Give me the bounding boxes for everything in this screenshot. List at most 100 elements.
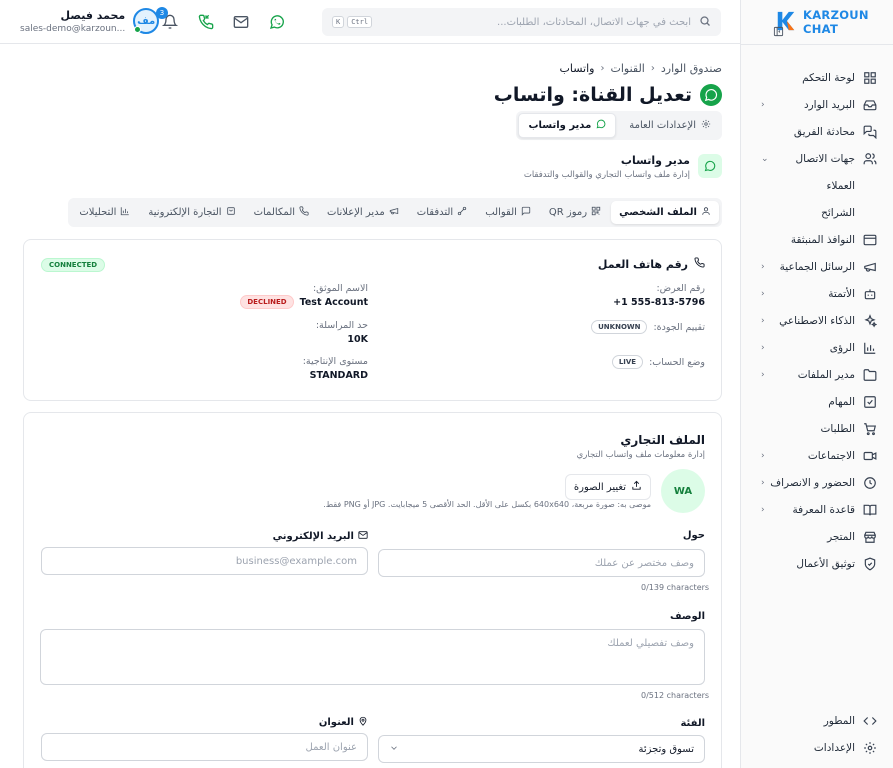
throughput-label: مستوى الإنتاجية: [302,356,368,367]
sidebar-item-meetings[interactable]: الاجتماعات ‹ [741,442,893,469]
video-icon [863,449,877,463]
user-name: محمد فيصل [60,8,126,22]
chart-icon [120,206,130,219]
kbd-ctrl: Ctrl [347,16,373,28]
user-menu[interactable]: محمد فيصل sales-demo@karzoun... مف [20,8,160,34]
notification-badge: 3 [156,7,168,19]
display-number-value: +1 555-813-5796 [613,297,705,308]
change-photo-button[interactable]: تغيير الصورة [564,474,651,500]
sidebar-item-segments[interactable]: الشرائح [741,199,893,226]
tab-general-settings[interactable]: الإعدادات العامة [620,113,720,138]
megaphone-icon [389,206,399,219]
sidebar-item-team-chat[interactable]: محادثة الفريق [741,118,893,145]
sidebar-item-tasks[interactable]: المهام [741,388,893,415]
shield-icon [863,557,877,571]
quality-label: تقييم الجودة: [653,321,705,333]
sidebar-item-settings[interactable]: الإعدادات [741,734,893,761]
sidebar-item-inbox[interactable]: البريد الوارد ‹ [741,91,893,118]
online-status-dot [134,26,142,33]
chevron-left-icon: ‹ [761,478,765,488]
sidebar-item-contacts[interactable]: جهات الاتصال ⌄ [741,145,893,172]
task-icon [863,395,877,409]
sidebar-collapse-icon[interactable] [773,26,784,37]
sidebar-item-ai[interactable]: الذكاء الاصطناعي ‹ [741,307,893,334]
verified-name-value: Test Account [299,296,368,308]
chevron-left-icon: ‹ [761,451,765,461]
sidebar-item-customers[interactable]: العملاء [741,172,893,199]
sidebar-item-orders[interactable]: الطلبات [741,415,893,442]
section-header: مدير واتساب إدارة ملف واتساب التجاري وال… [524,154,722,180]
tab-flows[interactable]: التدفقات [409,201,475,224]
phone-call-icon[interactable] [198,14,214,30]
sidebar-item-attendance[interactable]: الحضور و الانصراف ‹ [741,469,893,496]
email-field[interactable]: business@example.com [41,547,368,575]
sidebar-item-knowledge-base[interactable]: قاعدة المعرفة ‹ [741,496,893,523]
breadcrumb: صندوق الوارد ‹ القنوات ‹ واتساب [560,62,722,75]
brand-name: KARZOUN CHAT [803,8,869,36]
breadcrumb-channels[interactable]: القنوات [610,62,644,75]
folder-icon [863,368,877,382]
search-placeholder: ابحث في جهات الاتصال، المحادثات، الطلبات… [497,16,691,28]
sidebar-item-automation[interactable]: الأتمتة ‹ [741,280,893,307]
search-input[interactable]: K Ctrl ابحث في جهات الاتصال، المحادثات، … [322,8,721,36]
tab-ads-manager[interactable]: مدير الإعلانات [319,201,407,224]
chevron-left-icon: ‹ [761,100,765,110]
page-title-row: تعديل القناة: واتساب [494,84,722,106]
chevron-left-icon: ‹ [650,63,655,74]
sidebar-item-store[interactable]: المتجر [741,523,893,550]
verification-status-badge: DECLINED [240,295,294,309]
sidebar-item-broadcasts[interactable]: الرسائل الجماعية ‹ [741,253,893,280]
template-icon [521,206,531,219]
tab-templates[interactable]: القوالب [477,201,539,224]
cart-icon [226,206,236,219]
photo-hint: موصى به: صورة مربعة، 640x640 بكسل على ال… [323,500,651,509]
broadcast-icon [863,260,877,274]
tab-analytics[interactable]: التحليلات [71,201,138,224]
category-select[interactable]: تسوق وتجزئة [378,735,705,763]
sidebar-item-popups[interactable]: النوافذ المنبثقة [741,226,893,253]
main-area: محمد فيصل sales-demo@karzoun... مف 3 K C… [0,0,740,768]
whatsapp-icon [698,154,722,178]
email-label: البريد الإلكتروني [272,531,354,542]
verified-name-label: الاسم الموثق: [312,283,368,294]
email-label-row: البريد الإلكتروني [273,530,368,543]
phone-number-card: رقم هاتف العمل CONNECTED رقم العرض: +1 5… [23,239,722,401]
chevron-down-icon [389,743,399,756]
whatsapp-icon[interactable] [269,14,285,30]
about-counter: 0/139 characters [641,583,710,592]
limit-label: حد المراسلة: [315,320,368,331]
phone-icon [694,257,705,271]
about-input[interactable]: وصف مختصر عن عملك [378,549,705,577]
upload-icon [631,480,642,494]
team-chat-icon [863,125,877,139]
breadcrumb-whatsapp: واتساب [559,62,595,75]
tab-whatsapp-manager[interactable]: مدير واتساب [518,113,617,138]
tab-ecommerce[interactable]: التجارة الإلكترونية [140,201,243,224]
inbox-icon [863,98,877,112]
tab-profile[interactable]: الملف الشخصي [611,201,719,224]
sidebar-item-developer[interactable]: المطور [741,707,893,734]
tab-calls[interactable]: المكالمات [246,201,317,224]
user-email: sales-demo@karzoun... [20,23,126,34]
breadcrumb-inbox[interactable]: صندوق الوارد [661,62,722,75]
mail-icon[interactable] [233,14,249,30]
qr-icon [591,206,601,219]
book-icon [863,503,877,517]
sidebar: KARZOUN CHAT لوحة التحكم البريد الوارد ‹… [740,0,893,768]
quality-badge: UNKNOWN [591,320,648,334]
sidebar-item-file-manager[interactable]: مدير الملفات ‹ [741,361,893,388]
throughput-value: STANDARD [309,370,368,381]
description-textarea[interactable]: وصف تفصيلي لعملك [40,629,705,685]
account-mode-badge: LIVE [611,355,644,369]
address-label: العنوان [318,717,354,728]
business-card-description: إدارة معلومات ملف واتساب التجاري [576,450,705,460]
tab-qr-codes[interactable]: رموز QR [541,201,609,224]
address-label-row: العنوان [319,716,368,729]
sidebar-item-insights[interactable]: الرؤى ‹ [741,334,893,361]
bot-icon [863,287,877,301]
sidebar-item-business-verification[interactable]: توثيق الأعمال [741,550,893,577]
address-input[interactable]: عنوان العمل [41,733,368,761]
chevron-left-icon: ‹ [761,289,765,299]
bell-icon[interactable]: 3 [156,7,179,30]
sidebar-item-dashboard[interactable]: لوحة التحكم [741,64,893,91]
